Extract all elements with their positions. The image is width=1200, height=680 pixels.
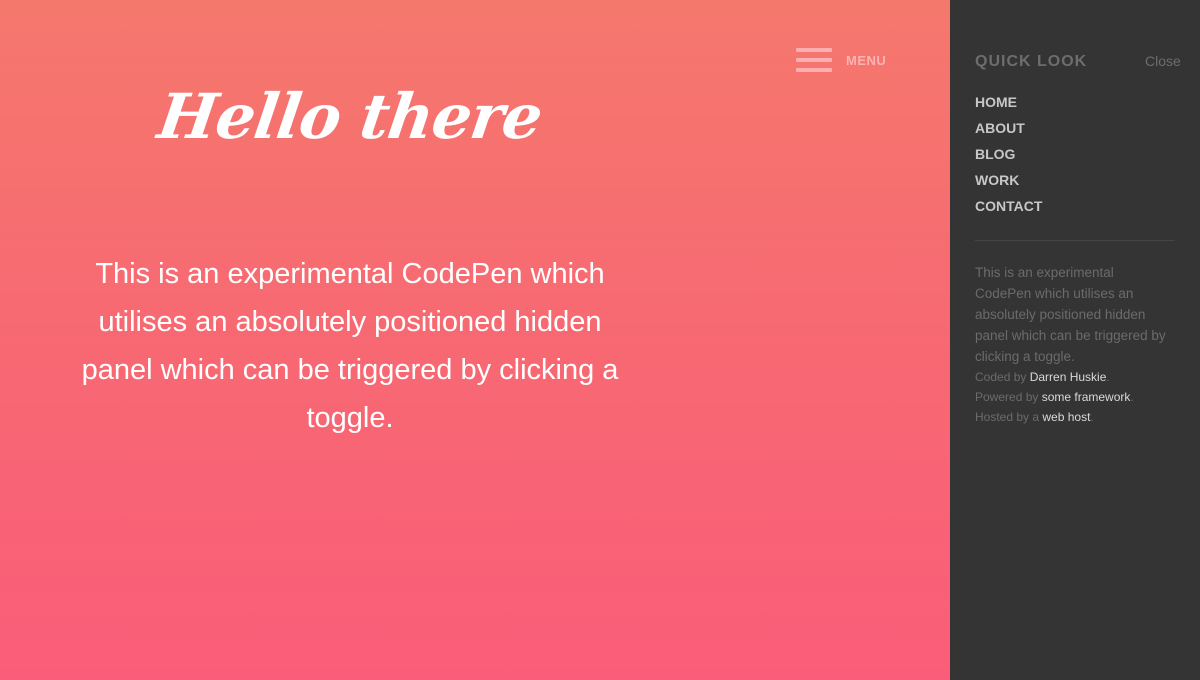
intro-text: This is an experimental CodePen which ut… [40, 250, 660, 442]
intro-line: utilises an absolutely positioned hidden [98, 306, 602, 338]
credit-coded-by: Coded by Darren Huskie. [975, 367, 1185, 387]
menu-label[interactable]: MENU [846, 53, 886, 68]
panel-nav: HOME ABOUT BLOG WORK CONTACT [975, 93, 1042, 223]
credit-powered-by: Powered by some framework. [975, 387, 1185, 407]
description-line: absolutely positioned hidden [975, 307, 1146, 322]
credit-suffix: . [1130, 390, 1134, 404]
main-content: MENU Hello there This is an experimental… [0, 0, 950, 680]
quick-look-panel: QUICK LOOK Close HOME ABOUT BLOG WORK CO… [950, 0, 1200, 680]
description-line: CodePen which utilises an [975, 286, 1134, 301]
description-line: clicking a toggle. [975, 349, 1075, 364]
nav-item-home[interactable]: HOME [975, 93, 1042, 119]
credit-hosted-by: Hosted by a web host. [975, 407, 1185, 427]
menu-toggle-button[interactable]: MENU [796, 46, 896, 76]
credit-author-link[interactable]: Darren Huskie [1030, 370, 1107, 384]
panel-description: This is an experimental CodePen which ut… [975, 262, 1180, 367]
nav-item-contact[interactable]: CONTACT [975, 197, 1042, 223]
nav-item-blog[interactable]: BLOG [975, 145, 1042, 171]
credit-prefix: Powered by [975, 390, 1042, 404]
credit-suffix: . [1106, 370, 1110, 384]
credit-suffix: . [1090, 410, 1094, 424]
hamburger-icon[interactable] [796, 46, 832, 74]
page-title: Hello there [153, 80, 547, 153]
intro-line: toggle. [306, 402, 394, 434]
credit-framework-link[interactable]: some framework [1042, 390, 1131, 404]
divider [975, 240, 1175, 241]
nav-item-work[interactable]: WORK [975, 171, 1042, 197]
intro-line: panel which can be triggered by clicking… [81, 354, 619, 386]
intro-line: This is an experimental CodePen which [95, 258, 605, 290]
panel-title: QUICK LOOK [975, 53, 1088, 70]
close-button[interactable]: Close [1145, 53, 1181, 69]
description-line: panel which can be triggered by [975, 328, 1166, 343]
credit-prefix: Coded by [975, 370, 1030, 384]
nav-item-about[interactable]: ABOUT [975, 119, 1042, 145]
credit-host-link[interactable]: web host [1042, 410, 1090, 424]
description-line: This is an experimental [975, 265, 1114, 280]
credits: Coded by Darren Huskie. Powered by some … [975, 367, 1185, 427]
credit-prefix: Hosted by a [975, 410, 1043, 424]
